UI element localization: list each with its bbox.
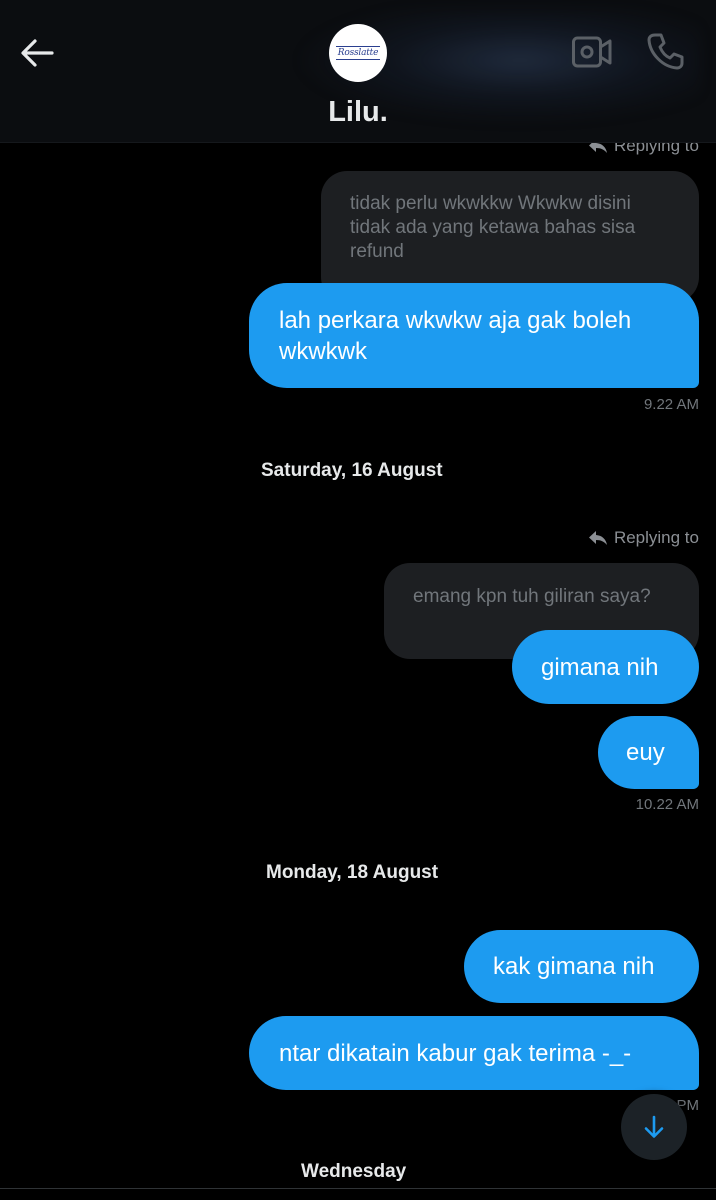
message-timestamp: 9.22 AM bbox=[643, 396, 699, 413]
avatar[interactable]: Rosslatte bbox=[329, 24, 387, 82]
phone-call-button[interactable] bbox=[645, 30, 687, 72]
reply-arrow-icon bbox=[588, 531, 607, 545]
message-bubble-sent[interactable]: euy bbox=[598, 716, 699, 789]
message-timestamp: 10.22 AM bbox=[635, 796, 699, 813]
avatar-logo: Rosslatte bbox=[335, 46, 381, 60]
replying-to-label: Replying to bbox=[588, 528, 699, 548]
scroll-to-bottom-button[interactable] bbox=[621, 1094, 687, 1160]
date-separator: Saturday, 16 August bbox=[261, 460, 443, 481]
dm-conversation-screen: Replying to tidak perlu wkwkkw Wkwkw dis… bbox=[0, 0, 716, 1200]
date-separator: Monday, 18 August bbox=[266, 862, 439, 883]
conversation-title[interactable]: Lilu. bbox=[0, 96, 716, 129]
conversation-header: Rosslatte Lilu. bbox=[0, 0, 716, 143]
message-bubble-sent[interactable]: gimana nih bbox=[512, 630, 699, 704]
message-bubble-sent[interactable]: ntar dikatain kabur gak terima -_- bbox=[249, 1016, 699, 1090]
date-separator: Wednesday bbox=[301, 1161, 407, 1182]
message-bubble-sent[interactable]: lah perkara wkwkw aja gak boleh wkwkwk bbox=[249, 283, 699, 388]
arrow-down-icon bbox=[644, 1115, 664, 1138]
message-bubble-sent[interactable]: kak gimana nih bbox=[464, 930, 699, 1003]
back-arrow-icon bbox=[21, 39, 54, 67]
composer-divider bbox=[0, 1188, 716, 1189]
phone-call-icon bbox=[647, 33, 684, 70]
video-call-icon bbox=[572, 36, 612, 68]
video-call-button[interactable] bbox=[571, 34, 613, 70]
back-button[interactable] bbox=[16, 32, 58, 74]
replying-to-text: Replying to bbox=[613, 528, 699, 547]
